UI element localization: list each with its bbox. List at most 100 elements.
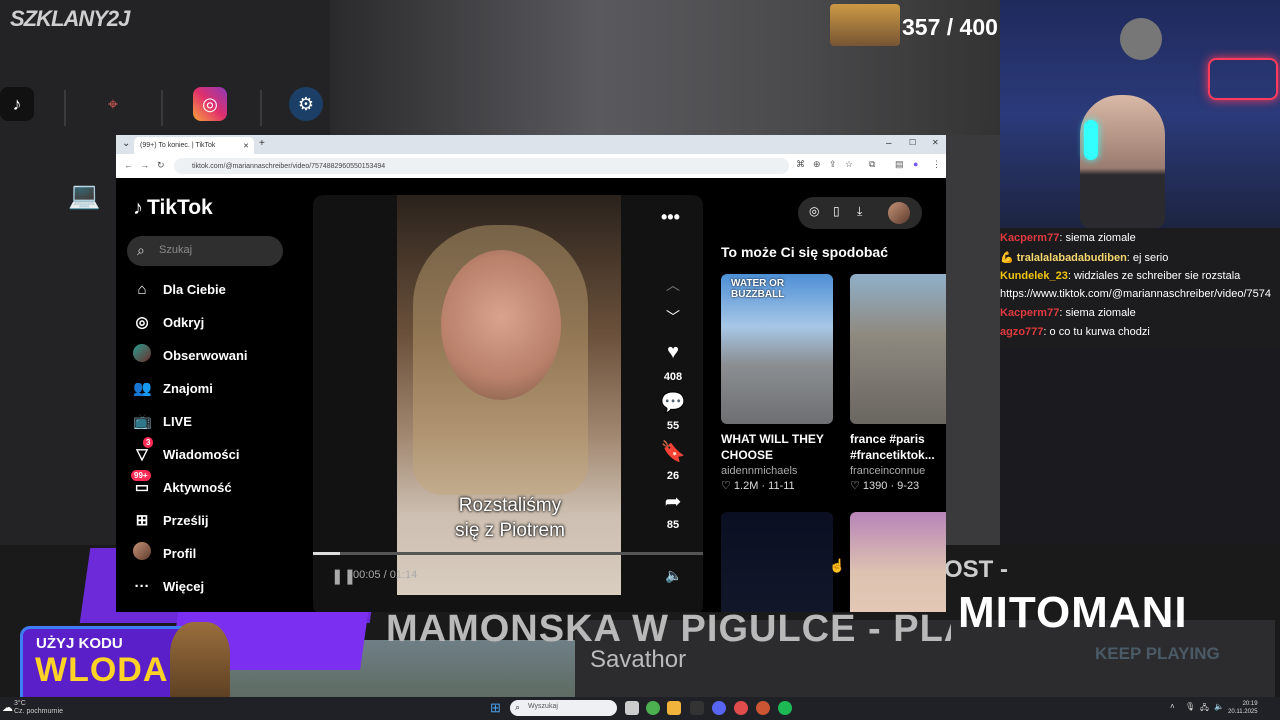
maximize-icon[interactable]: ☐ — [909, 138, 916, 147]
recommendation-card[interactable] — [850, 512, 946, 612]
clock[interactable]: 20:19 20.11.2025 — [1228, 700, 1258, 716]
instagram-icon: ◎ — [193, 87, 227, 121]
nav-dla-ciebie[interactable]: ⌂ Dla Ciebie — [133, 277, 225, 301]
weather-widget[interactable]: 3°C Cz. pochmurnie — [14, 700, 63, 716]
bookmark-icon[interactable]: 🔖 — [660, 439, 686, 464]
start-icon[interactable]: ⊞ — [490, 700, 501, 716]
recommendation-thumbnail: WATER OR BUZZBALL — [721, 274, 833, 424]
next-video-icon[interactable]: ﹀ — [660, 307, 686, 327]
chat-message: agzo777: o co tu kurwa chodzi — [1000, 326, 1150, 338]
search-box[interactable]: ⌕ Szukaj — [127, 236, 283, 266]
video-time: 00:05 / 01:14 — [353, 569, 418, 581]
nav-label: Profil — [163, 545, 197, 561]
video-progress-bar[interactable] — [313, 552, 703, 555]
share-arrow-icon[interactable]: ➦ — [660, 489, 686, 514]
extensions-icon[interactable]: ⧉ — [869, 159, 875, 170]
like-count: 408 — [663, 371, 683, 383]
url-input[interactable]: tiktok.com/@mariannaschreiber/video/7574… — [174, 158, 789, 174]
more-options-icon[interactable]: ••• — [661, 207, 680, 228]
browser-app-icon[interactable] — [734, 701, 748, 715]
chat-message: https://www.tiktok.com/@mariannaschreibe… — [1000, 288, 1272, 300]
tab-bar: ⌄ (99+) To koniec. | TikTok ✕ + – ☐ ✕ — [116, 135, 946, 154]
nav-aktywnosc[interactable]: ▭ 99+ Aktywność — [131, 470, 232, 499]
menu-icon[interactable]: ⋮ — [932, 159, 941, 170]
chrome-icon[interactable] — [646, 701, 660, 715]
zoom-icon[interactable]: ⊕ — [813, 159, 821, 170]
recommendation-title: WHAT WILL THEY CHOOSE #trending... — [721, 432, 824, 462]
channel-logo: SZKLANY2J — [10, 6, 130, 31]
network-icon[interactable]: 🖧 — [1200, 702, 1209, 716]
search-icon: ⌕ — [137, 242, 145, 258]
nav-label: LIVE — [163, 413, 192, 429]
mic-icon[interactable]: 🎙 — [1185, 702, 1195, 711]
tray-chevron-icon[interactable]: ˄ — [1170, 702, 1175, 711]
previous-video-icon[interactable]: ︿ — [660, 275, 686, 295]
comment-icon[interactable]: 💬 — [660, 390, 686, 415]
account-avatar[interactable] — [888, 202, 910, 224]
laptop-icon: 💻 — [68, 180, 101, 210]
side-banner-title: MITOMANI — [958, 588, 1188, 637]
volume-tray-icon[interactable]: 🔈 — [1214, 702, 1224, 711]
chat-panel: Kacperm77: siema ziomale 💪 tralalalabada… — [1000, 228, 1280, 348]
side-banner-ost: OST - — [944, 556, 1008, 583]
recommendation-title: france #paris #francetiktok... — [850, 432, 935, 462]
download-icon[interactable]: ⤓ — [857, 204, 862, 219]
video-player[interactable]: Rozstaliśmy się z Piotrem ••• ︿ ﹀ ♥ 408 💬… — [313, 195, 703, 612]
search-icon: ⌕ — [515, 702, 521, 712]
browser-tab[interactable]: (99+) To koniec. | TikTok ✕ — [134, 137, 254, 154]
task-view-icon[interactable] — [625, 701, 639, 715]
close-window-icon[interactable]: ✕ — [932, 138, 939, 147]
volume-icon[interactable]: 🔈 — [665, 567, 682, 584]
divider — [161, 90, 163, 126]
like-icon[interactable]: ♥ — [660, 341, 686, 364]
recommendation-card[interactable]: france #paris #francetiktok... franceinc… — [850, 274, 946, 492]
nav-wiadomosci[interactable]: ▽ 3 Wiadomości — [133, 437, 240, 466]
video-progress-fill — [313, 552, 341, 555]
counter-art — [830, 4, 900, 46]
recommendation-card[interactable] — [721, 512, 833, 612]
nav-label: Wiadomości — [163, 446, 240, 462]
app-icon[interactable] — [756, 701, 770, 715]
comment-count: 55 — [666, 420, 680, 432]
nav-live[interactable]: 📺 LIVE — [133, 409, 192, 433]
thumbnail-text: WATER OR BUZZBALL — [731, 278, 785, 300]
discord-icon[interactable] — [712, 701, 726, 715]
bookmark-star-icon[interactable]: ☆ — [845, 159, 853, 170]
nav-label: Odkryj — [163, 314, 205, 330]
spotify-icon[interactable] — [778, 701, 792, 715]
nav-przeslij[interactable]: ⊞ Prześlij — [133, 508, 209, 532]
nav-profil[interactable]: Profil — [133, 541, 196, 565]
nav-wiecej[interactable]: ··· Więcej — [133, 574, 205, 598]
wall-disc — [1120, 18, 1162, 60]
recommendation-card[interactable]: WATER OR BUZZBALL WHAT WILL THEY CHOOSE … — [721, 274, 833, 492]
tiktok-logo[interactable]: ♪ TikTok — [133, 196, 213, 220]
forward-icon[interactable]: → — [140, 160, 149, 170]
recommendation-meta: ♡ 1.2M · 11-11 — [721, 480, 795, 492]
mascot-image — [170, 622, 230, 702]
reload-icon[interactable]: ↻ — [157, 160, 165, 171]
new-tab-icon[interactable]: + — [259, 138, 265, 149]
profile-icon[interactable]: ● — [913, 159, 918, 169]
video-caption: Rozstaliśmy się z Piotrem — [455, 495, 565, 541]
taskbar-search[interactable]: ⌕ Wyszukaj — [510, 700, 617, 716]
tab-list-icon[interactable]: ⌄ — [122, 138, 130, 149]
chat-message: Kacperm77: siema ziomale — [1000, 307, 1136, 319]
steam-icon: ⚙ — [289, 87, 323, 121]
close-tab-icon[interactable]: ✕ — [243, 142, 249, 150]
nav-odkryj[interactable]: ◎ Odkryj — [133, 310, 204, 334]
share-icon[interactable]: ⇪ — [829, 159, 837, 170]
app-icon[interactable] — [690, 701, 704, 715]
translate-icon[interactable]: ⌘ — [796, 159, 805, 170]
file-explorer-icon[interactable] — [667, 701, 681, 715]
nav-znajomi[interactable]: 👥 Znajomi — [133, 376, 213, 400]
minimize-icon[interactable]: – — [886, 138, 892, 149]
mobile-app-icon[interactable]: ▯ — [833, 204, 840, 218]
streamer — [1080, 95, 1165, 228]
share-count: 85 — [666, 519, 680, 531]
browser-window: ⌄ (99+) To koniec. | TikTok ✕ + – ☐ ✕ ← →… — [116, 135, 946, 612]
back-icon[interactable]: ← — [124, 160, 133, 170]
explore-icon[interactable]: ◎ — [809, 204, 819, 218]
messages-icon: ▽ 3 — [133, 437, 154, 463]
sidebar-icon[interactable]: ▤ — [895, 159, 904, 170]
nav-obserwowani[interactable]: Obserwowani — [133, 343, 248, 367]
